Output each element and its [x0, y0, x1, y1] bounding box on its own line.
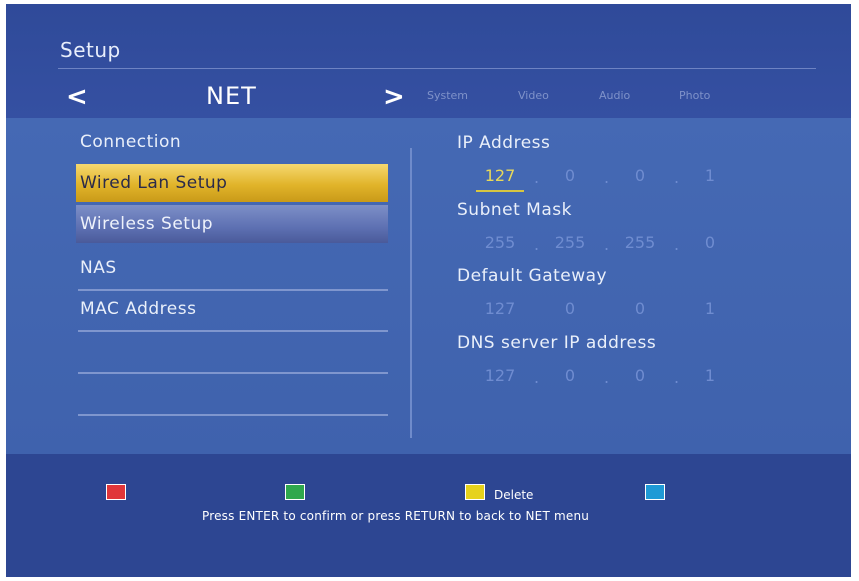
dns-server-field[interactable]: 127 . 0 . 0 . 1 — [476, 366, 726, 392]
menu-heading-connection: Connection — [80, 132, 182, 152]
subnet-octet-3[interactable]: 255 — [616, 233, 664, 252]
subnet-octet-2[interactable]: 255 — [546, 233, 594, 252]
octet-separator: . — [604, 368, 610, 387]
next-tab-arrow-icon[interactable]: > — [383, 82, 405, 112]
delete-key-label: Delete — [494, 488, 534, 502]
octet-separator: . — [674, 168, 680, 187]
menu-divider — [78, 372, 388, 374]
ip-address-field[interactable]: 127 . 0 . 0 . 1 — [476, 166, 726, 192]
page-title: Setup — [60, 38, 121, 62]
menu-item-nas[interactable]: NAS — [76, 249, 388, 287]
octet-separator: . — [534, 168, 540, 187]
tab-audio[interactable]: Audio — [599, 89, 630, 102]
blue-key-icon[interactable] — [645, 484, 665, 500]
subnet-mask-field[interactable]: 255 . 255 . 255 . 0 — [476, 233, 726, 259]
octet-separator: . — [674, 235, 680, 254]
content-panel: Connection Wired Lan Setup Wireless Setu… — [6, 118, 851, 454]
tab-video[interactable]: Video — [518, 89, 549, 102]
ip-octet-1[interactable]: 127 — [476, 166, 524, 185]
octet-separator: . — [534, 368, 540, 387]
default-gateway-field[interactable]: 127 0 0 1 — [476, 299, 726, 325]
octet-separator: . — [674, 368, 680, 387]
default-gateway-label: Default Gateway — [457, 266, 608, 286]
menu-item-mac-address[interactable]: MAC Address — [76, 290, 388, 328]
octet-separator: . — [534, 235, 540, 254]
gateway-octet-3[interactable]: 0 — [616, 299, 664, 318]
gateway-octet-4[interactable]: 1 — [686, 299, 734, 318]
yellow-key-icon[interactable] — [465, 484, 485, 500]
gateway-octet-1[interactable]: 127 — [476, 299, 524, 318]
ip-octet-3[interactable]: 0 — [616, 166, 664, 185]
footer-hint: Press ENTER to confirm or press RETURN t… — [202, 509, 590, 523]
prev-tab-arrow-icon[interactable]: < — [66, 82, 88, 112]
title-divider — [58, 68, 816, 69]
dns-octet-1[interactable]: 127 — [476, 366, 524, 385]
menu-divider — [78, 414, 388, 416]
dns-server-label: DNS server IP address — [457, 333, 657, 353]
column-divider — [410, 148, 412, 438]
menu-item-wired-lan-setup[interactable]: Wired Lan Setup — [76, 164, 388, 202]
ip-octet-2[interactable]: 0 — [546, 166, 594, 185]
gateway-octet-2[interactable]: 0 — [546, 299, 594, 318]
ip-octet-4[interactable]: 1 — [686, 166, 734, 185]
menu-divider — [78, 330, 388, 332]
dns-octet-2[interactable]: 0 — [546, 366, 594, 385]
octet-separator: . — [604, 168, 610, 187]
red-key-icon[interactable] — [106, 484, 126, 500]
dns-octet-4[interactable]: 1 — [686, 366, 734, 385]
subnet-octet-4[interactable]: 0 — [686, 233, 734, 252]
ip-address-label: IP Address — [457, 133, 551, 153]
tab-system[interactable]: System — [427, 89, 468, 102]
subnet-octet-1[interactable]: 255 — [476, 233, 524, 252]
header: Setup < NET > System Video Audio Photo — [6, 4, 851, 118]
subnet-mask-label: Subnet Mask — [457, 200, 572, 220]
dns-octet-3[interactable]: 0 — [616, 366, 664, 385]
current-tab[interactable]: NET — [206, 82, 257, 110]
tab-photo[interactable]: Photo — [679, 89, 710, 102]
green-key-icon[interactable] — [285, 484, 305, 500]
octet-separator: . — [604, 235, 610, 254]
menu-item-wireless-setup[interactable]: Wireless Setup — [76, 205, 388, 243]
edit-cursor — [476, 190, 524, 192]
tv-screen: Setup < NET > System Video Audio Photo C… — [6, 4, 851, 577]
